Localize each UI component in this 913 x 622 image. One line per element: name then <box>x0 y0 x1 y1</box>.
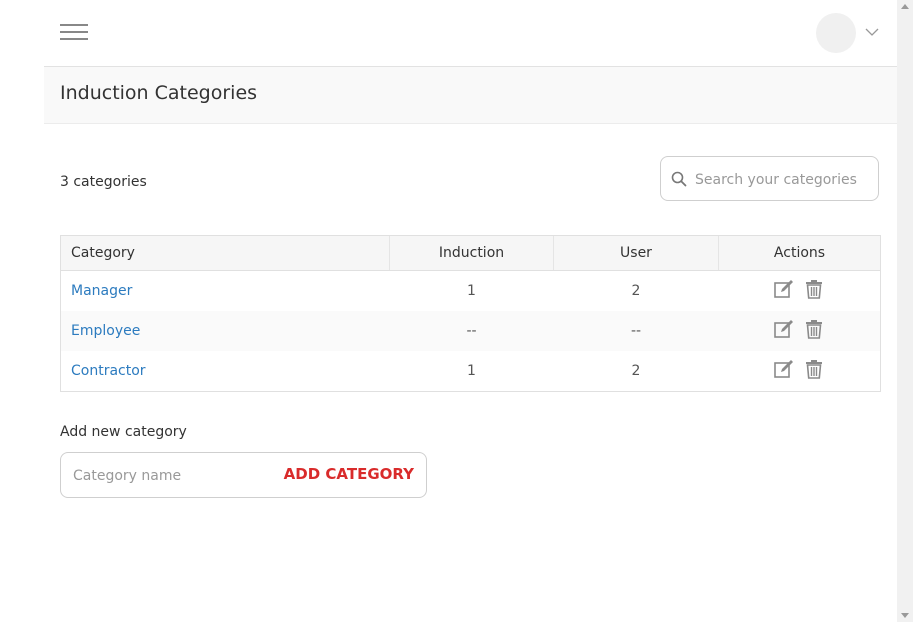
edit-icon[interactable] <box>773 278 795 300</box>
avatar[interactable] <box>816 13 856 53</box>
category-count: 3 categories <box>60 174 147 190</box>
left-gutter <box>0 66 44 622</box>
induction-count: -- <box>389 311 554 351</box>
induction-count: 1 <box>467 283 476 299</box>
table-row: Contractor 1 2 <box>61 351 880 391</box>
scroll-down-arrow-icon[interactable] <box>901 613 909 618</box>
scroll-up-arrow-icon[interactable] <box>901 4 909 9</box>
table-header-row: Category Induction User Actions <box>61 236 880 271</box>
user-count: 2 <box>631 283 641 299</box>
title-bar: Induction Categories <box>44 67 897 124</box>
chevron-down-icon[interactable] <box>864 26 880 38</box>
table-row: Employee -- -- <box>61 311 880 351</box>
search-input[interactable] <box>693 167 877 193</box>
top-bar <box>44 0 897 67</box>
trash-icon[interactable] <box>803 278 825 300</box>
edit-icon[interactable] <box>773 358 795 380</box>
user-count: -- <box>553 311 719 351</box>
trash-icon[interactable] <box>803 358 825 380</box>
search-icon <box>671 171 687 187</box>
categories-table: Category Induction User Actions Manager … <box>60 235 881 392</box>
induction-count: 1 <box>467 363 476 379</box>
category-link-employee[interactable]: Employee <box>71 323 140 339</box>
add-category-button[interactable]: ADD CATEGORY <box>284 465 414 483</box>
column-header-induction[interactable]: Induction <box>389 236 554 271</box>
table-row: Manager 1 2 <box>61 271 880 312</box>
category-name-input[interactable] <box>71 464 275 488</box>
category-link-contractor[interactable]: Contractor <box>71 363 146 379</box>
page-title: Induction Categories <box>60 82 258 104</box>
user-count: 2 <box>631 363 641 379</box>
add-category-form: ADD CATEGORY <box>60 452 427 498</box>
column-header-user[interactable]: User <box>553 236 719 271</box>
column-header-actions: Actions <box>718 236 880 271</box>
category-link-manager[interactable]: Manager <box>71 283 132 299</box>
trash-icon[interactable] <box>803 318 825 340</box>
hamburger-icon[interactable] <box>60 24 90 44</box>
edit-icon[interactable] <box>773 318 795 340</box>
search-box[interactable] <box>660 156 879 201</box>
add-category-label: Add new category <box>60 424 187 440</box>
column-header-category[interactable]: Category <box>61 236 390 271</box>
vertical-scrollbar[interactable] <box>897 0 913 622</box>
